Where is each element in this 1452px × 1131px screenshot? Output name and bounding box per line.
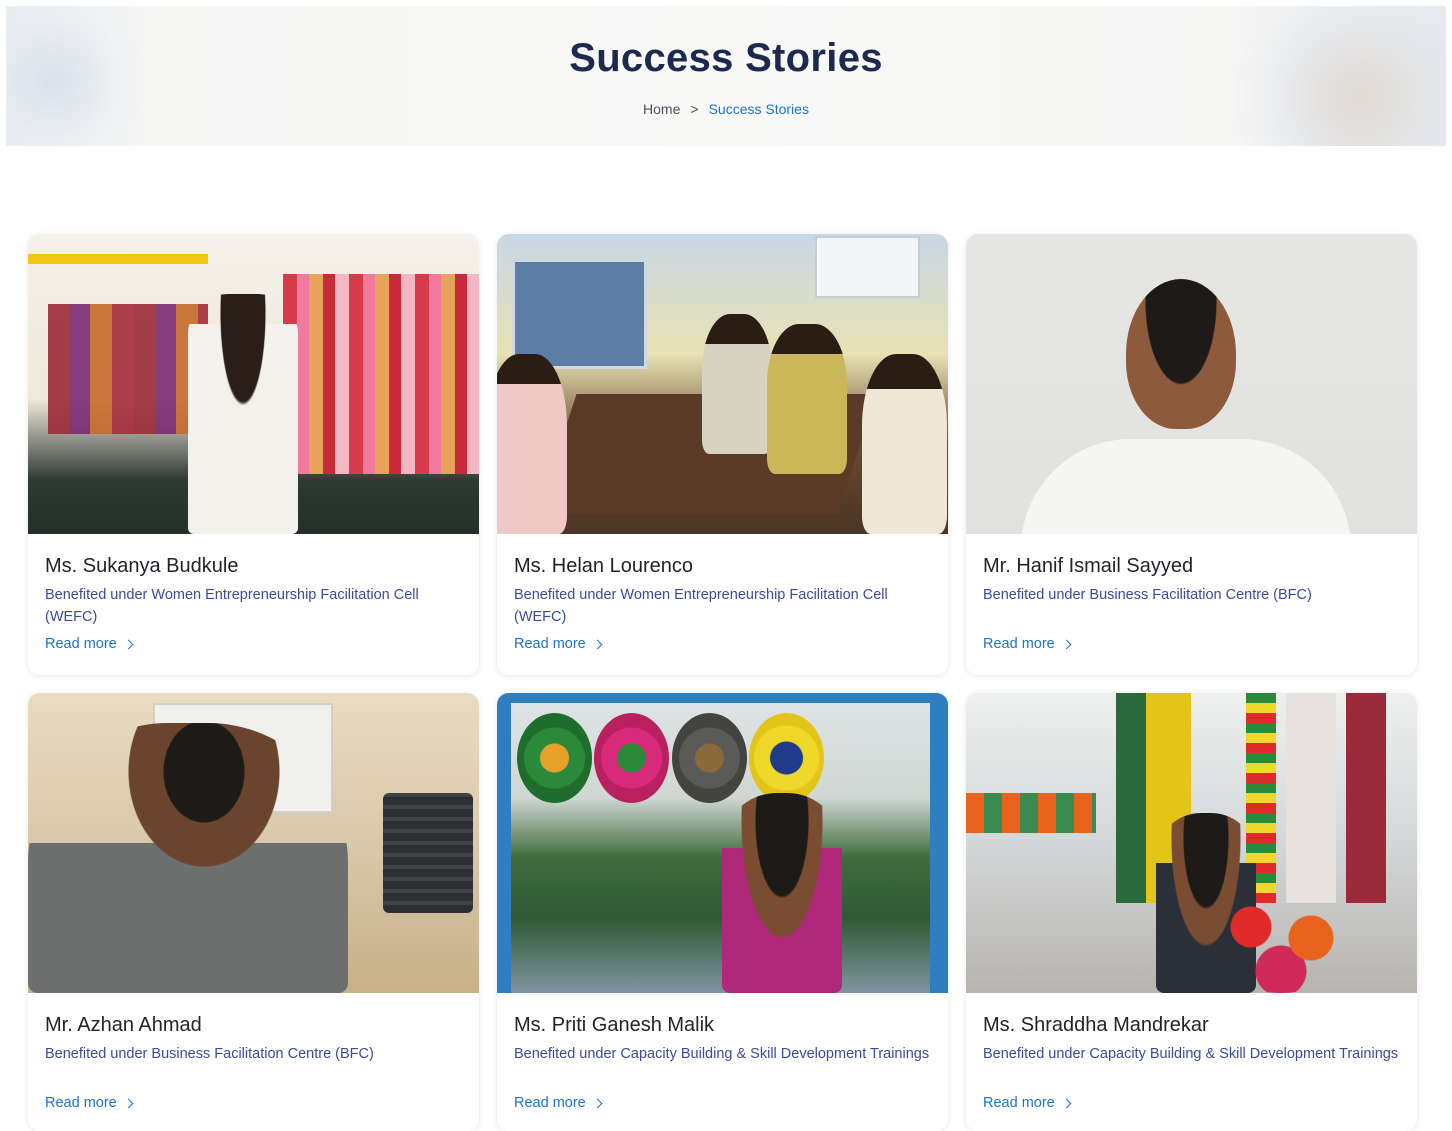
story-card[interactable]: Ms. Priti Ganesh Malik Benefited under C…: [497, 693, 948, 1131]
story-photo[interactable]: [966, 693, 1417, 993]
story-card[interactable]: Ms. Helan Lourenco Benefited under Women…: [497, 234, 948, 675]
read-more-link[interactable]: Read more: [45, 636, 134, 652]
breadcrumb-separator: >: [690, 101, 699, 117]
read-more-link[interactable]: Read more: [983, 636, 1072, 652]
story-name: Mr. Azhan Ahmad: [45, 1014, 202, 1036]
read-more-link[interactable]: Read more: [514, 636, 603, 652]
chevron-right-icon: [123, 1098, 134, 1108]
story-card[interactable]: Ms. Shraddha Mandrekar Benefited under C…: [966, 693, 1417, 1131]
chevron-right-icon: [123, 639, 134, 649]
read-more-label: Read more: [514, 636, 586, 652]
story-description: Benefited under Capacity Building & Skil…: [514, 1046, 930, 1062]
page-title: Success Stories: [569, 36, 883, 80]
story-description: Benefited under Business Facilitation Ce…: [45, 1046, 374, 1062]
read-more-link[interactable]: Read more: [45, 1095, 134, 1111]
breadcrumb: Home > Success Stories: [6, 101, 1446, 117]
story-description: Benefited under Business Facilitation Ce…: [983, 587, 1312, 603]
story-name: Ms. Helan Lourenco: [514, 555, 693, 577]
story-photo[interactable]: [497, 234, 948, 534]
read-more-link[interactable]: Read more: [983, 1095, 1072, 1111]
stories-grid: Ms. Sukanya Budkule Benefited under Wome…: [28, 234, 1418, 1131]
read-more-label: Read more: [45, 1095, 117, 1111]
story-name: Mr. Hanif Ismail Sayyed: [983, 555, 1194, 577]
story-description: Benefited under Women Entrepreneurship F…: [514, 587, 888, 625]
read-more-link[interactable]: Read more: [514, 1095, 603, 1111]
story-card[interactable]: Mr. Hanif Ismail Sayyed Benefited under …: [966, 234, 1417, 675]
chevron-right-icon: [592, 639, 603, 649]
story-name: Ms. Shraddha Mandrekar: [983, 1014, 1209, 1036]
story-name: Ms. Sukanya Budkule: [45, 555, 239, 577]
story-photo[interactable]: [966, 234, 1417, 534]
read-more-label: Read more: [45, 636, 117, 652]
breadcrumb-home-link[interactable]: Home: [643, 101, 680, 117]
read-more-label: Read more: [514, 1095, 586, 1111]
story-description: Benefited under Women Entrepreneurship F…: [45, 587, 419, 625]
story-photo[interactable]: [497, 693, 948, 993]
chevron-right-icon: [1061, 1098, 1072, 1108]
read-more-label: Read more: [983, 1095, 1055, 1111]
chevron-right-icon: [1061, 639, 1072, 649]
story-description: Benefited under Capacity Building & Skil…: [983, 1046, 1399, 1062]
story-name: Ms. Priti Ganesh Malik: [514, 1014, 715, 1036]
page-banner: Success Stories Home > Success Stories: [6, 6, 1446, 146]
read-more-label: Read more: [983, 636, 1055, 652]
story-photo[interactable]: [28, 693, 479, 993]
story-photo[interactable]: [28, 234, 479, 534]
breadcrumb-current: Success Stories: [708, 101, 809, 117]
story-card[interactable]: Ms. Sukanya Budkule Benefited under Wome…: [28, 234, 479, 675]
chevron-right-icon: [592, 1098, 603, 1108]
story-card[interactable]: Mr. Azhan Ahmad Benefited under Business…: [28, 693, 479, 1131]
